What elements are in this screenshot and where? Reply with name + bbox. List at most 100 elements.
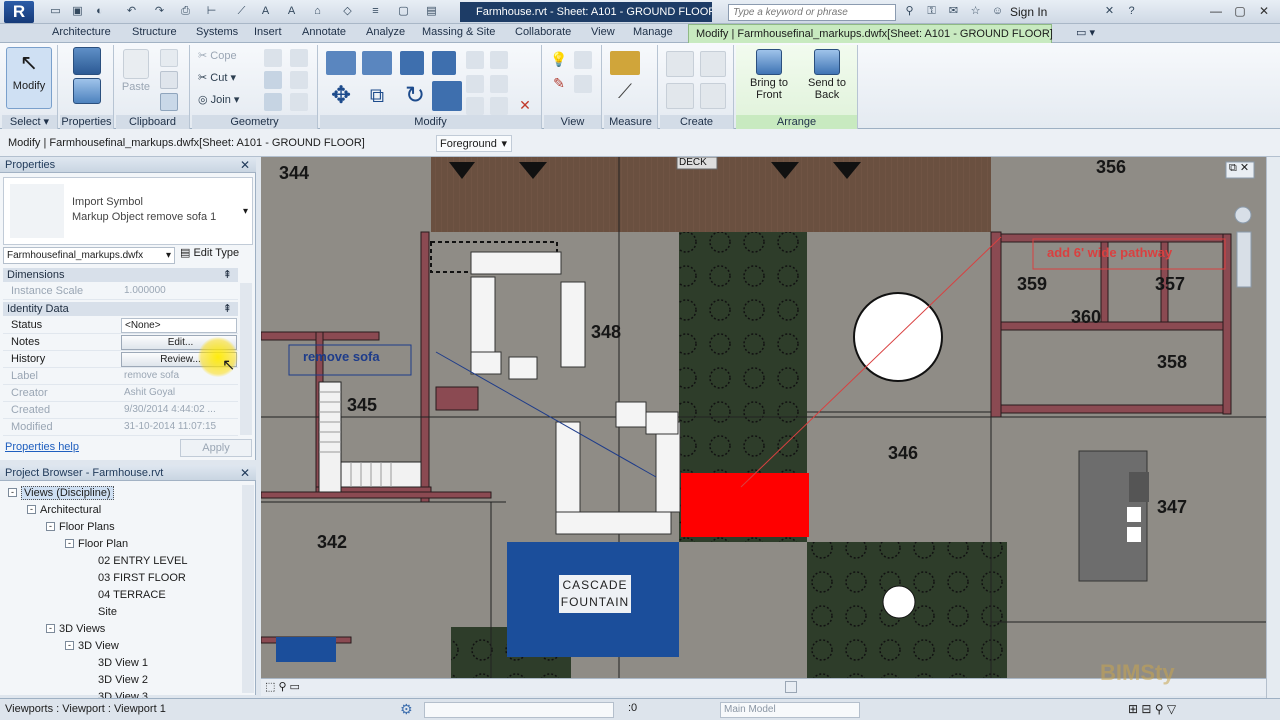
workset-select[interactable]	[424, 702, 614, 718]
browser-tree-item[interactable]: - Floor Plans	[46, 521, 115, 533]
browser-tree-item[interactable]: 3D View 1	[84, 657, 148, 669]
mirror-axis-icon[interactable]	[400, 51, 424, 75]
switch-windows-icon[interactable]: ▤	[424, 4, 439, 19]
unpin-icon[interactable]	[490, 97, 508, 115]
expand-toggle-icon[interactable]: -	[27, 505, 36, 514]
user-icon[interactable]: ☺	[990, 4, 1005, 19]
wall-joins-icon[interactable]	[264, 49, 282, 67]
browser-tree-item[interactable]: -3D View	[65, 640, 119, 652]
type-selector[interactable]: Import Symbol Markup Object remove sofa …	[3, 177, 253, 245]
browser-tree-item[interactable]: - Floor Plan	[65, 538, 128, 550]
copy-icon[interactable]	[160, 71, 178, 89]
measure-icon[interactable]	[610, 51, 640, 75]
match-properties-icon[interactable]	[160, 93, 178, 111]
markup-add-pathway[interactable]: add 6' wide pathway	[1047, 245, 1172, 260]
copy-element-icon[interactable]: ⧉	[362, 81, 392, 111]
browser-scrollbar[interactable]	[242, 485, 254, 693]
horizontal-scroll-thumb[interactable]	[785, 681, 797, 693]
align-icon[interactable]	[326, 51, 356, 75]
tab-manage[interactable]: Manage	[633, 26, 673, 38]
communication-icon[interactable]: ✉	[946, 4, 961, 19]
hide-icon[interactable]: 💡	[550, 51, 568, 69]
sync-icon[interactable]: ◐	[92, 4, 107, 19]
cut-button[interactable]: ✂ Cut ▾	[198, 71, 236, 84]
instance-filter-select[interactable]: Farmhousefinal_markups.dwfx ▾	[3, 247, 175, 264]
revit-logo-icon[interactable]: R	[4, 1, 34, 23]
offset-icon[interactable]	[362, 51, 392, 75]
modify-button[interactable]: ↖ Modify	[6, 47, 52, 109]
browser-tree-item[interactable]: - Views (Discipline)	[8, 486, 114, 500]
close-windows-icon[interactable]: ▢	[396, 4, 411, 19]
save-icon[interactable]: ▣	[70, 4, 85, 19]
paint-icon[interactable]	[264, 71, 282, 89]
aligned-dimension-icon[interactable]: ⟋	[610, 81, 640, 105]
properties-help-link[interactable]: Properties help	[5, 441, 79, 453]
undo-icon[interactable]: ↶	[124, 4, 139, 19]
paste-button[interactable]: Paste	[120, 49, 152, 93]
mirror-draw-icon[interactable]	[432, 51, 456, 75]
sign-in-link[interactable]: Sign In	[1010, 5, 1047, 19]
create-similar-icon[interactable]	[700, 83, 726, 109]
trim-icon[interactable]	[432, 81, 462, 111]
tab-systems[interactable]: Systems	[196, 26, 238, 38]
3d-view-icon[interactable]: ⌂	[310, 4, 325, 19]
status-field[interactable]: <None>	[121, 318, 237, 333]
search-input[interactable]: Type a keyword or phrase	[728, 4, 896, 21]
rotate-icon[interactable]: ↻	[400, 81, 430, 111]
exchange-icon[interactable]: ✕	[1102, 4, 1117, 19]
open-icon[interactable]: ▭	[48, 4, 63, 19]
close-icon[interactable]: ✕	[240, 465, 250, 481]
ribbon-toggle-icon[interactable]: ▭ ▾	[1076, 26, 1095, 39]
split-icon[interactable]	[466, 51, 484, 69]
expand-toggle-icon[interactable]: -	[46, 522, 55, 531]
thin-lines-icon[interactable]: ≡	[368, 4, 383, 19]
create-parts-icon[interactable]	[700, 51, 726, 77]
dimension-icon[interactable]: ⟋	[234, 4, 249, 19]
pin-icon[interactable]	[466, 97, 484, 115]
split-gap-icon[interactable]	[490, 51, 508, 69]
redo-icon[interactable]: ↷	[152, 4, 167, 19]
subscription-icon[interactable]: ⚿	[924, 4, 939, 19]
tab-view[interactable]: View	[591, 26, 615, 38]
expand-toggle-icon[interactable]: -	[8, 488, 17, 497]
tab-modify-context[interactable]: Modify | Farmhousefinal_markups.dwfx[She…	[688, 24, 1053, 44]
expand-toggle-icon[interactable]: -	[46, 624, 55, 633]
close-icon[interactable]: ✕	[240, 157, 250, 173]
text-icon[interactable]: A	[284, 4, 299, 19]
type-properties-icon[interactable]	[73, 78, 101, 104]
browser-tree-item[interactable]: 03 FIRST FLOOR	[84, 572, 186, 584]
browser-tree-item[interactable]: 02 ENTRY LEVEL	[84, 555, 187, 567]
override-icon[interactable]	[574, 51, 592, 69]
properties-button[interactable]	[66, 47, 108, 106]
bring-to-front-button[interactable]: Bring to Front	[740, 49, 798, 101]
drawing-canvas[interactable]: 344 356 348 359 357 360 358 345 346 347 …	[261, 157, 1266, 678]
expand-toggle-icon[interactable]: -	[65, 641, 74, 650]
category-dimensions[interactable]: Dimensions ⇞	[3, 268, 238, 282]
override-graphics-icon[interactable]	[574, 75, 592, 93]
main-model-select[interactable]: Main Model	[720, 702, 860, 718]
demolish-icon[interactable]	[264, 93, 282, 111]
cut-icon[interactable]	[160, 49, 178, 67]
linework-icon[interactable]: ✎	[550, 75, 568, 93]
split-face-icon[interactable]	[290, 49, 308, 67]
tab-insert[interactable]: Insert	[254, 26, 282, 38]
edit-type-button[interactable]: ▤ Edit Type	[180, 246, 239, 259]
tab-collaborate[interactable]: Collaborate	[515, 26, 571, 38]
tab-massing-site[interactable]: Massing & Site	[422, 26, 495, 38]
favorites-icon[interactable]: ☆	[968, 4, 983, 19]
tab-annotate[interactable]: Annotate	[302, 26, 346, 38]
view-scale-icon[interactable]: ⬚ ⚲ ▭	[265, 680, 300, 693]
vertical-scrollbar[interactable]	[1266, 157, 1280, 698]
markup-remove-sofa[interactable]: remove sofa	[303, 349, 380, 364]
expand-toggle-icon[interactable]: -	[65, 539, 74, 548]
minimize-icon[interactable]: —	[1208, 3, 1224, 19]
apply-button[interactable]: Apply	[180, 439, 252, 457]
send-to-back-button[interactable]: Send to Back	[798, 49, 856, 101]
cope-button[interactable]: ✂ Cope	[198, 49, 237, 62]
create-group-icon[interactable]	[666, 83, 694, 109]
maximize-icon[interactable]: ▢	[1232, 3, 1248, 19]
category-identity-data[interactable]: Identity Data ⇞	[3, 302, 238, 316]
remove-paint-icon[interactable]	[290, 71, 308, 89]
tag-icon[interactable]: A	[258, 4, 273, 19]
browser-tree-item[interactable]: -3D Views	[46, 623, 105, 635]
